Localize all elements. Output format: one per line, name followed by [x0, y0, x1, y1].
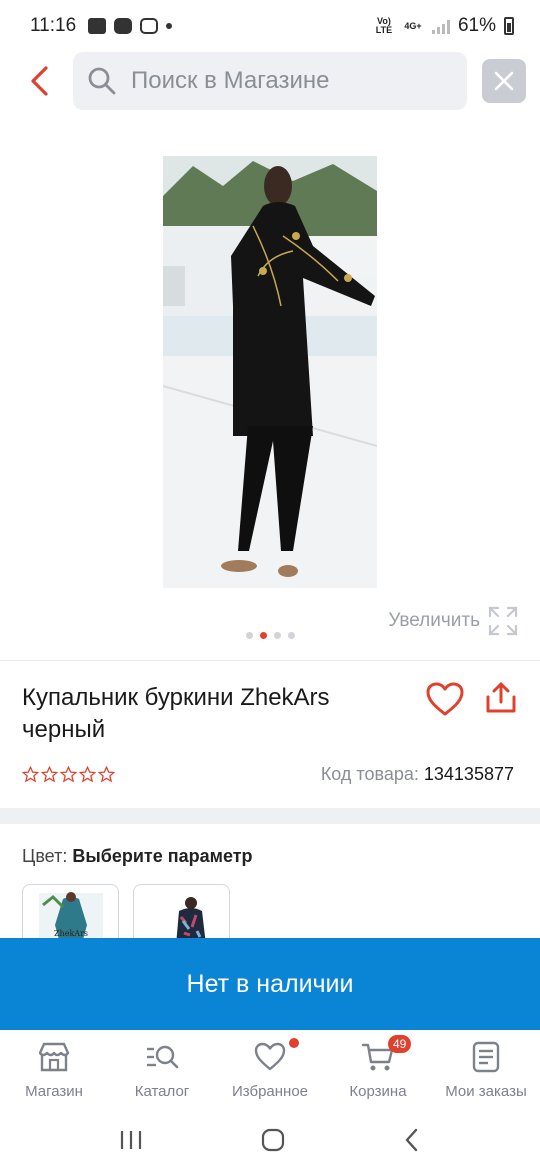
home-icon[interactable] [260, 1127, 286, 1153]
pager-dot[interactable] [245, 632, 253, 639]
out-of-stock-button[interactable]: Нет в наличии [0, 938, 540, 1030]
more-notifications-icon [166, 23, 173, 29]
notification-icons [88, 18, 173, 34]
pager-dot[interactable] [287, 632, 295, 639]
color-selector-label: Цвет: Выберите параметр [22, 846, 253, 867]
nav-item-shop[interactable]: Магазин [0, 1030, 108, 1110]
instagram-notification-icon [140, 18, 159, 34]
share-icon[interactable] [484, 681, 518, 715]
star-icon [22, 766, 39, 783]
section-gap [0, 808, 540, 824]
search-input[interactable]: Поиск в Магазине [73, 52, 467, 110]
gallery-notification-icon [88, 18, 107, 34]
recent-apps-icon[interactable] [118, 1128, 144, 1152]
battery-icon [504, 17, 514, 35]
nav-item-cart[interactable]: 49 Корзина [324, 1030, 432, 1110]
close-icon [494, 71, 514, 91]
bottom-navigation: Магазин Каталог Избранное 49 Корзина Мои… [0, 1030, 540, 1110]
nav-label: Магазин [25, 1083, 83, 1100]
nav-item-favorites[interactable]: Избранное [216, 1030, 324, 1110]
network-type: 4G+ [404, 20, 422, 31]
back-arrow-icon[interactable] [26, 64, 54, 98]
color-label: Цвет: [22, 846, 68, 866]
favorites-notification-dot [289, 1038, 299, 1048]
nav-label: Каталог [134, 1083, 190, 1100]
image-pager [0, 632, 540, 639]
nav-label: Избранное [231, 1083, 309, 1100]
system-back-icon[interactable] [402, 1127, 422, 1153]
star-icon [98, 766, 115, 783]
pager-dot[interactable] [273, 632, 281, 639]
volte-icon: Vo) LTE [375, 16, 393, 35]
divider [0, 660, 540, 661]
status-right: Vo) LTE 4G+ 61% [374, 15, 514, 37]
nav-label: Мои заказы [445, 1083, 527, 1100]
status-time: 11:16 [30, 15, 77, 36]
nav-item-catalog[interactable]: Каталог [108, 1030, 216, 1110]
favorite-heart-icon[interactable] [425, 681, 465, 717]
star-icon [41, 766, 58, 783]
zoom-label: Увеличить [388, 610, 480, 631]
youtube-notification-icon [114, 18, 133, 34]
product-title: Купальник буркини ZhekArs черный [22, 684, 330, 743]
product-code-value: 134135877 [423, 764, 514, 784]
star-icon [60, 766, 77, 783]
product-code: Код товара: 134135877 [321, 764, 514, 785]
store-icon [38, 1042, 70, 1072]
search-header: Поиск в Магазине [0, 52, 540, 110]
nav-item-orders[interactable]: Мои заказы [432, 1030, 540, 1110]
signal-icon [431, 18, 450, 34]
nav-label: Корзина [349, 1083, 407, 1100]
system-navigation-bar [0, 1110, 540, 1170]
catalog-search-icon [147, 1045, 179, 1069]
buy-button-label: Нет в наличии [186, 969, 354, 998]
swatch-brand-text: ZhekArs [54, 929, 88, 938]
status-bar: 11:16 Vo) LTE 4G+ 61% [0, 0, 540, 52]
heart-icon [254, 1042, 286, 1071]
color-value: Выберите параметр [72, 846, 253, 866]
rating-stars[interactable] [22, 766, 115, 783]
search-placeholder: Поиск в Магазине [131, 67, 330, 94]
clear-search-button[interactable] [482, 59, 526, 103]
star-icon [79, 766, 96, 783]
cart-count-badge: 49 [388, 1035, 412, 1053]
product-photo-illustration [163, 156, 377, 588]
battery-percent: 61% [457, 15, 496, 36]
product-image[interactable] [163, 156, 377, 588]
pager-dot-active[interactable] [259, 632, 267, 639]
orders-icon [472, 1041, 500, 1073]
product-code-label: Код товара: [320, 764, 419, 784]
search-icon [88, 67, 116, 95]
